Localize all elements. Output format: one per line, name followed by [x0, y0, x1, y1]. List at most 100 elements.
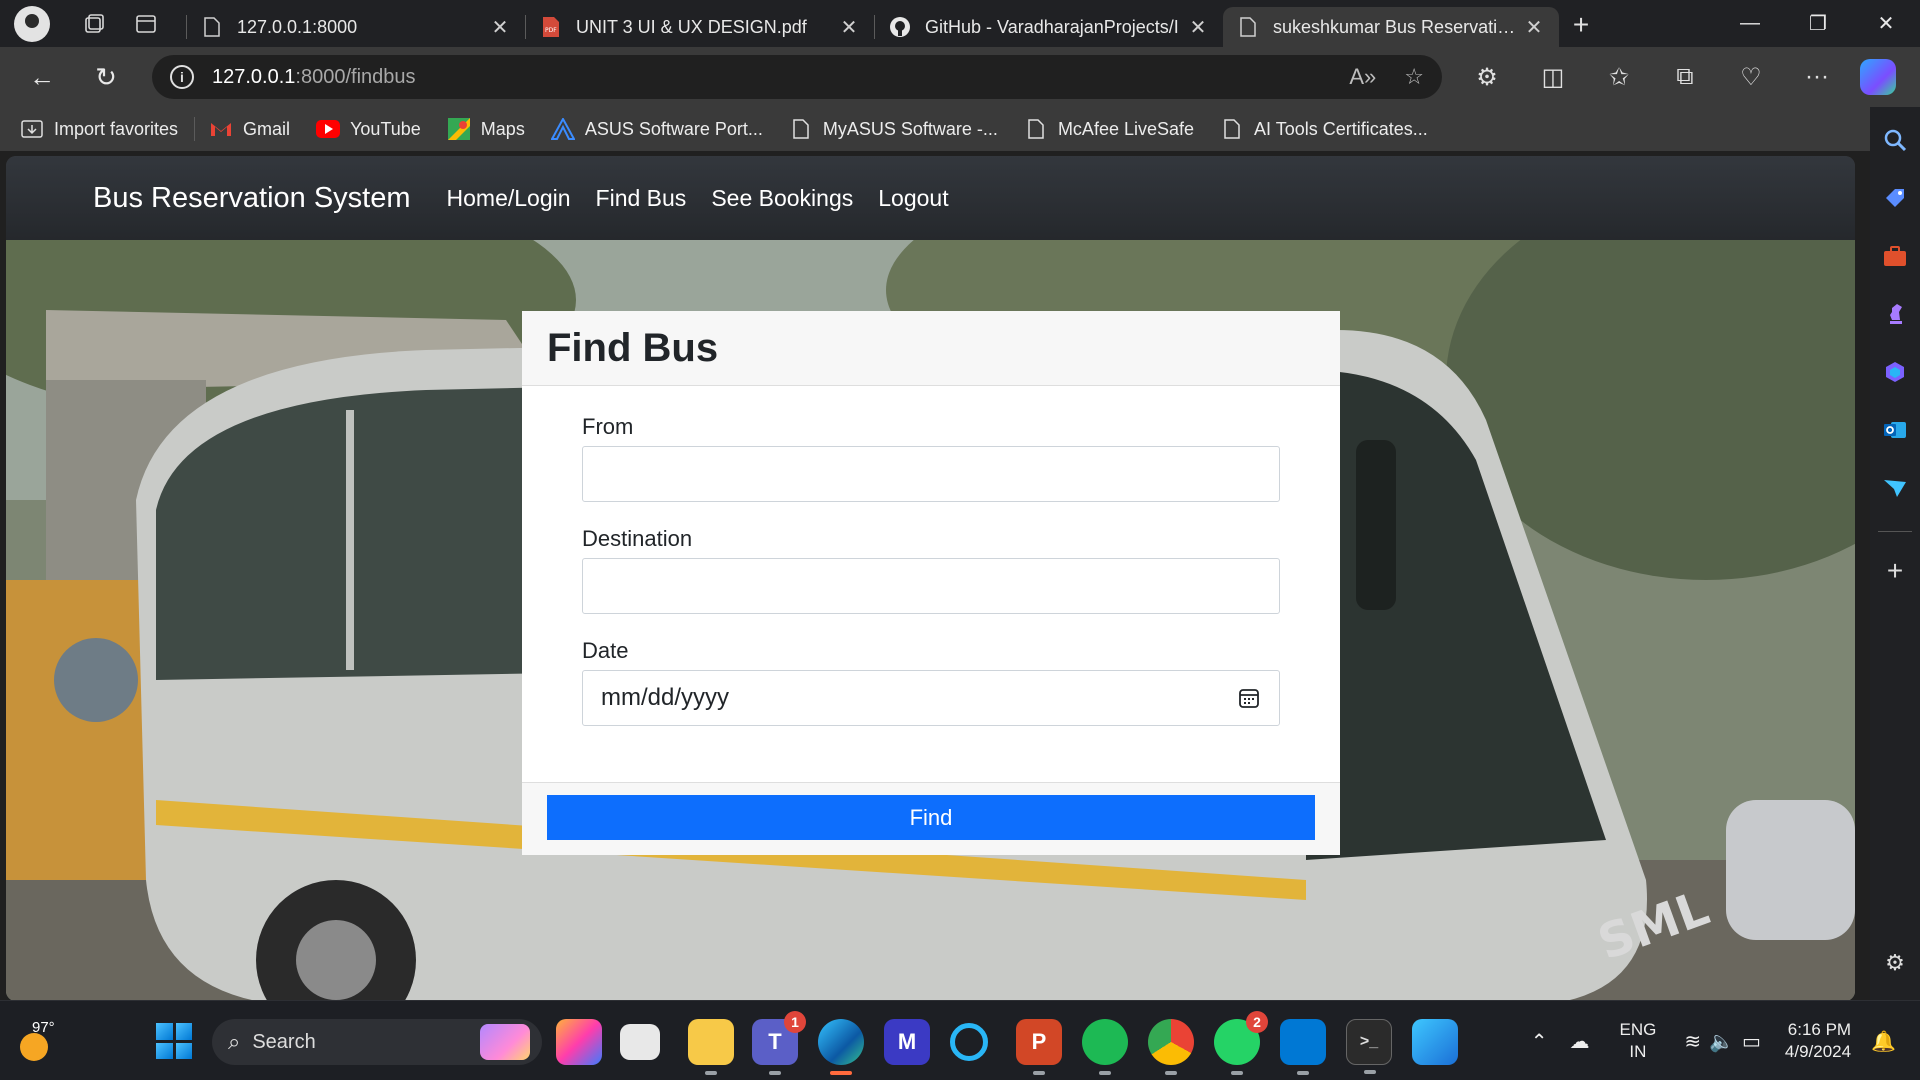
battery-icon[interactable]: ▭: [1742, 1029, 1761, 1054]
favorite-label: Gmail: [243, 118, 291, 139]
date-input[interactable]: mm/dd/yyyy: [582, 670, 1280, 726]
read-aloud-icon[interactable]: A»: [1349, 64, 1376, 90]
destination-label: Destination: [582, 526, 693, 551]
favorite-star-icon[interactable]: ☆: [1404, 64, 1424, 90]
favorite-asus[interactable]: ASUS Software Port...: [550, 117, 763, 141]
nav-logout[interactable]: Logout: [878, 185, 948, 212]
tab-actions-icon[interactable]: [124, 2, 168, 46]
favorite-myasus[interactable]: MyASUS Software -...: [789, 117, 998, 141]
powerpoint-icon[interactable]: P: [1016, 1019, 1062, 1075]
more-menu-icon[interactable]: ···: [1784, 51, 1850, 103]
restore-icon[interactable]: ❐: [1784, 0, 1852, 47]
site-info-icon[interactable]: i: [170, 65, 194, 89]
extensions-icon[interactable]: ⚙: [1454, 51, 1520, 103]
favorite-maps[interactable]: Maps: [447, 117, 525, 141]
terminal-icon[interactable]: >_: [1346, 1019, 1392, 1074]
vscode-icon[interactable]: [1280, 1019, 1326, 1075]
import-icon: [20, 117, 44, 141]
whatsapp-icon[interactable]: 2: [1214, 1011, 1268, 1075]
edge-sidebar: + ⚙: [1870, 107, 1920, 1000]
favorite-ai-tools[interactable]: AI Tools Certificates...: [1220, 117, 1428, 141]
notification-bell-icon[interactable]: 🔔: [1871, 1029, 1896, 1054]
photos-icon[interactable]: [1412, 1019, 1458, 1065]
close-window-icon[interactable]: ✕: [1852, 0, 1920, 47]
volume-icon[interactable]: 🔈: [1709, 1029, 1734, 1054]
tab-bus-reservation[interactable]: sukeshkumar Bus Reservation Sy ✕: [1223, 7, 1559, 47]
close-icon[interactable]: ✕: [1523, 15, 1545, 40]
weather-widget[interactable]: 97°: [14, 1017, 64, 1067]
close-icon[interactable]: ✕: [489, 15, 511, 40]
whatsapp-badge: 2: [1246, 1011, 1268, 1033]
weather-temp: 97°: [32, 1019, 55, 1036]
destination-input[interactable]: [582, 558, 1280, 614]
pdf-icon: PDF: [540, 16, 562, 38]
send-paper-plane-icon[interactable]: [1876, 469, 1914, 507]
nav-home-login[interactable]: Home/Login: [447, 185, 571, 212]
nav-see-bookings[interactable]: See Bookings: [711, 185, 853, 212]
word-app-icon[interactable]: M: [884, 1019, 930, 1065]
nav-find-bus[interactable]: Find Bus: [596, 185, 687, 212]
file-explorer-icon[interactable]: [688, 1019, 734, 1075]
copilot-icon[interactable]: [1860, 59, 1896, 95]
chrome-icon[interactable]: [1148, 1019, 1194, 1075]
weather-sun-icon: [20, 1033, 48, 1061]
region-code: IN: [1629, 1042, 1647, 1061]
address-bar[interactable]: i 127.0.0.1:8000/findbus A» ☆: [152, 55, 1442, 99]
outlook-icon[interactable]: [1876, 411, 1914, 449]
page-title: Find Bus: [547, 325, 719, 370]
add-icon[interactable]: +: [1876, 552, 1914, 590]
favorite-import[interactable]: Import favorites: [20, 117, 178, 141]
refresh-icon[interactable]: ↻: [74, 51, 138, 103]
minimize-icon[interactable]: —: [1716, 0, 1784, 47]
split-screen-icon[interactable]: ◫: [1520, 51, 1586, 103]
collections-icon[interactable]: ⧉: [1652, 51, 1718, 103]
close-icon[interactable]: ✕: [1187, 15, 1209, 40]
find-button[interactable]: Find: [547, 795, 1315, 840]
tab-github[interactable]: GitHub - VaradharajanProjects/I ✕: [875, 7, 1223, 47]
new-tab-button[interactable]: +: [1559, 9, 1603, 41]
edge-browser-icon[interactable]: [818, 1019, 864, 1075]
tab-localhost[interactable]: 127.0.0.1:8000 ✕: [187, 7, 525, 47]
favorite-mcafee[interactable]: McAfee LiveSafe: [1024, 117, 1194, 141]
onedrive-cloud-icon[interactable]: ☁: [1569, 1029, 1589, 1054]
gmail-icon: [209, 117, 233, 141]
microsoft-365-icon[interactable]: [1876, 353, 1914, 391]
url-host: 127.0.0.1: [212, 65, 296, 88]
browser-essentials-icon[interactable]: ♡: [1718, 51, 1784, 103]
taskbar-search[interactable]: ⌕ Search: [212, 1019, 542, 1065]
copilot-preview-icon[interactable]: [556, 1019, 602, 1065]
search-icon[interactable]: [1876, 121, 1914, 159]
favorite-gmail[interactable]: Gmail: [209, 117, 290, 141]
tab-pdf[interactable]: PDF UNIT 3 UI & UX DESIGN.pdf ✕: [526, 7, 874, 47]
language-code: ENG: [1619, 1020, 1657, 1039]
calendar-icon[interactable]: [1237, 686, 1261, 710]
favorite-youtube[interactable]: YouTube: [316, 117, 421, 141]
page-icon: [1237, 16, 1259, 38]
site-navbar: Bus Reservation System Home/Login Find B…: [6, 156, 1855, 240]
shopping-tag-icon[interactable]: [1876, 179, 1914, 217]
start-windows-icon[interactable]: [156, 1023, 192, 1059]
language-indicator[interactable]: ENG IN: [1619, 1019, 1656, 1063]
clock[interactable]: 6:16 PM 4/9/2024: [1785, 1019, 1851, 1063]
games-chess-icon[interactable]: [1876, 295, 1914, 333]
spotify-icon[interactable]: [1082, 1019, 1128, 1075]
from-input[interactable]: [582, 446, 1280, 502]
date-label: Date: [582, 638, 629, 663]
sidebar-settings-gear-icon[interactable]: ⚙: [1876, 944, 1914, 982]
back-arrow-icon[interactable]: ←: [10, 51, 74, 103]
cortana-ring-icon[interactable]: [950, 1023, 988, 1061]
profile-avatar-icon[interactable]: [14, 5, 50, 42]
tab-title: GitHub - VaradharajanProjects/I: [925, 16, 1179, 37]
tools-briefcase-icon[interactable]: [1876, 237, 1914, 275]
brand-title[interactable]: Bus Reservation System: [93, 182, 411, 215]
task-view-icon[interactable]: [620, 1024, 660, 1060]
close-icon[interactable]: ✕: [838, 15, 860, 40]
search-highlight-icon: [480, 1024, 530, 1060]
wifi-icon[interactable]: ≋: [1684, 1029, 1701, 1054]
url-text[interactable]: 127.0.0.1:8000/findbus: [212, 66, 416, 89]
tab-title: 127.0.0.1:8000: [237, 16, 358, 37]
teams-icon[interactable]: T1: [752, 1011, 806, 1075]
workspaces-icon[interactable]: [72, 2, 116, 46]
favorites-icon[interactable]: ✩: [1586, 51, 1652, 103]
chevron-up-icon[interactable]: ⌃: [1531, 1029, 1548, 1054]
